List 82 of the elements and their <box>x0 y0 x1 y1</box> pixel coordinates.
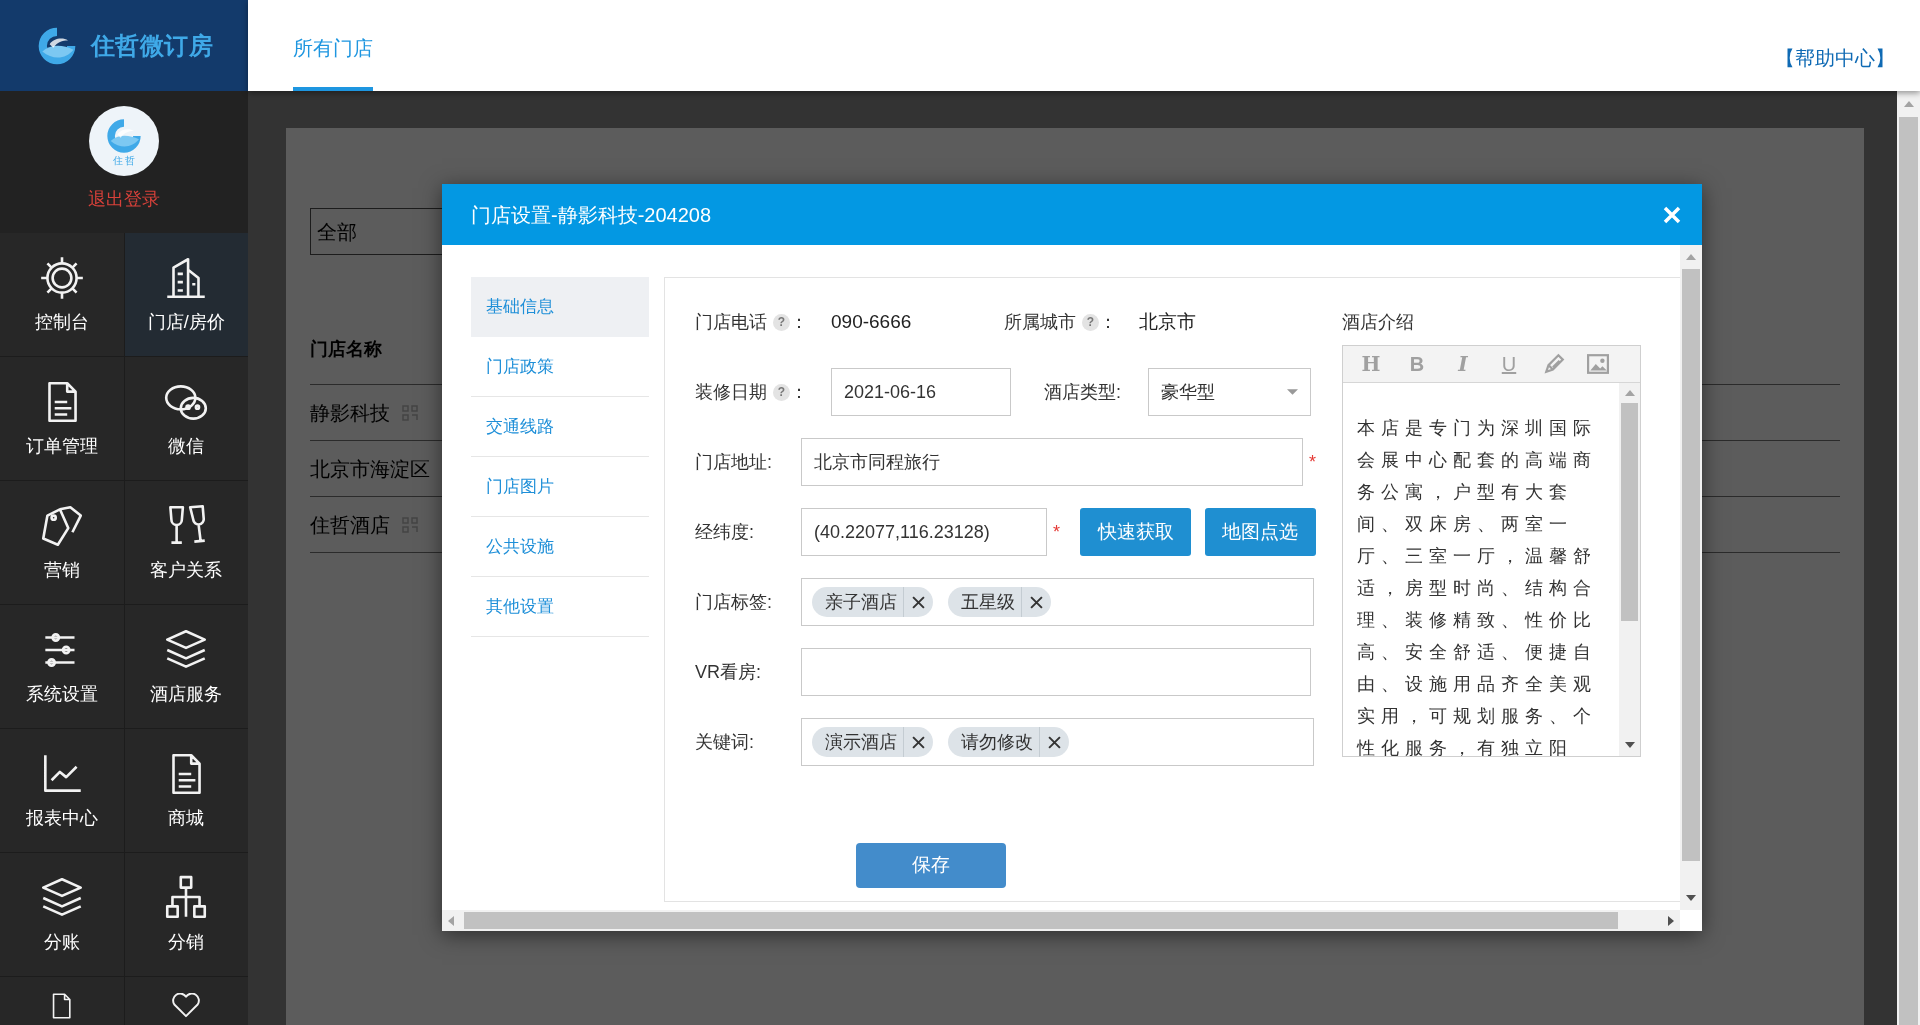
field-value: 090-6666 <box>831 309 913 334</box>
sidebar-item[interactable]: 微信 <box>124 357 248 480</box>
sidebar-item[interactable]: 商城 <box>124 729 248 852</box>
remove-icon[interactable] <box>912 595 925 609</box>
brand-name: 住哲微订房 <box>90 30 214 61</box>
scrollbar-thumb[interactable] <box>464 912 1618 929</box>
sidebar-item[interactable]: 酒店服务 <box>124 605 248 728</box>
scroll-left-icon[interactable] <box>448 915 454 926</box>
column-header: 门店名称 <box>310 338 382 361</box>
horizontal-scrollbar[interactable] <box>442 910 1680 931</box>
tag-field[interactable]: 演示酒店 请勿修改 <box>801 718 1314 766</box>
sidebar-item[interactable]: 控制台 <box>0 233 124 356</box>
heart-icon <box>172 993 201 1019</box>
rich-text-editor[interactable]: H B I U 本店是专门为深圳国际会展中心配套的高端商务公寓，户型有大套间、双床房、两室一厅、三室一厅，温馨舒适，房型时尚、结构合理、装修精致、性价比高、安全舒适、便捷自由、设施用品齐全美观实用，可规划服务、个性化服务，有独立阳 <box>1342 345 1641 757</box>
field-label: 关键词: <box>695 730 754 754</box>
store-name: 静影科技 <box>310 400 390 426</box>
tag-label: 演示酒店 <box>825 730 898 754</box>
store-name: 住哲酒店 <box>310 512 390 538</box>
date-field[interactable]: 2021-06-16 <box>831 368 1011 416</box>
dialog-title: 门店设置-静影科技-204208 <box>471 202 712 228</box>
select-value: 豪华型 <box>1161 380 1216 404</box>
required-mark: * <box>1309 450 1316 474</box>
tag-field[interactable]: 亲子酒店 五星级 <box>801 578 1314 626</box>
remove-icon[interactable] <box>1030 595 1043 609</box>
field-value: 北京市 <box>1139 309 1196 334</box>
separator: ： <box>790 310 808 334</box>
input-field[interactable]: (40.22077,116.23128) <box>801 508 1047 556</box>
scroll-down-icon[interactable] <box>1686 895 1696 901</box>
field-label: VR看房: <box>695 660 761 684</box>
scrollbar-thumb[interactable] <box>1682 269 1700 861</box>
separator: ： <box>1099 310 1117 334</box>
scrollbar-thumb[interactable] <box>1621 403 1638 621</box>
qr-code-icon[interactable] <box>402 516 418 533</box>
tag-label: 请勿修改 <box>961 730 1034 754</box>
field-label: 门店地址: <box>695 450 772 474</box>
caret-icon[interactable] <box>1287 389 1298 395</box>
qr-code-icon[interactable] <box>402 404 418 421</box>
field-label: 装修日期 <box>695 380 767 404</box>
input-field[interactable] <box>801 648 1311 696</box>
scroll-up-icon[interactable] <box>1686 254 1696 260</box>
pen-icon[interactable] <box>1543 353 1565 375</box>
store-name: 北京市海淀区 <box>310 456 430 482</box>
logout-link[interactable]: 退出登录 <box>88 186 160 213</box>
field-label: 门店标签: <box>695 590 772 614</box>
sidebar-item[interactable]: 订单管理 <box>0 357 124 480</box>
close-icon[interactable] <box>1662 204 1682 225</box>
tag-label: 亲子酒店 <box>825 590 898 614</box>
image-icon[interactable] <box>1587 354 1609 374</box>
scroll-up-icon[interactable] <box>1903 101 1914 107</box>
action-button[interactable]: 快速获取 <box>1080 508 1191 556</box>
avatar-text: 住 哲 <box>112 156 136 166</box>
logo-icon <box>104 116 144 156</box>
required-mark: * <box>1053 520 1060 544</box>
sidebar-item[interactable]: 系统设置 <box>0 605 124 728</box>
remove-icon[interactable] <box>1048 735 1061 749</box>
remove-icon[interactable] <box>912 735 925 749</box>
sidebar-item[interactable]: 营销 <box>0 481 124 604</box>
scrollbar-thumb[interactable] <box>1899 117 1918 1025</box>
input-field[interactable]: 北京市同程旅行 <box>801 438 1303 486</box>
field-label: 经纬度: <box>695 520 754 544</box>
editor-scrollbar[interactable] <box>1619 383 1640 756</box>
sidebar-item[interactable]: 门店/房价 <box>124 233 248 356</box>
field-label: 酒店类型: <box>1044 380 1121 404</box>
scroll-down-icon[interactable] <box>1624 742 1635 748</box>
action-button[interactable]: 地图点选 <box>1205 508 1316 556</box>
separator: ： <box>790 380 808 404</box>
tag-label: 五星级 <box>961 590 1016 614</box>
sidebar-item[interactable]: 报表中心 <box>0 729 124 852</box>
save-button[interactable]: 保存 <box>855 843 1006 888</box>
field-label: 所属城市 <box>1004 310 1076 334</box>
select-field[interactable]: 豪华型 <box>1148 368 1311 416</box>
dialog-scrollbar[interactable] <box>1680 245 1702 910</box>
field-label: 酒店介绍 <box>1342 310 1414 334</box>
page-scrollbar[interactable] <box>1897 91 1920 1025</box>
help-link[interactable]: 【帮助中心】 <box>1775 18 1895 73</box>
field-label: 门店电话 <box>695 310 767 334</box>
scroll-up-icon[interactable] <box>1624 390 1635 396</box>
sidebar-item[interactable]: 客户关系 <box>124 481 248 604</box>
sidebar-item[interactable]: 分销 <box>124 853 248 976</box>
scroll-right-icon[interactable] <box>1668 915 1674 926</box>
intro-text: 本店是专门为深圳国际会展中心配套的高端商务公寓，户型有大套间、双床房、两室一厅、三室一厅，温馨舒适，房型时尚、结构合理、装修精致、性价比高、安全舒适、便捷自由、设施用品齐全美观实用，可规划服务、个性化服务，有独立阳 <box>1357 416 1598 756</box>
sidebar-item[interactable]: 分账 <box>0 853 124 976</box>
